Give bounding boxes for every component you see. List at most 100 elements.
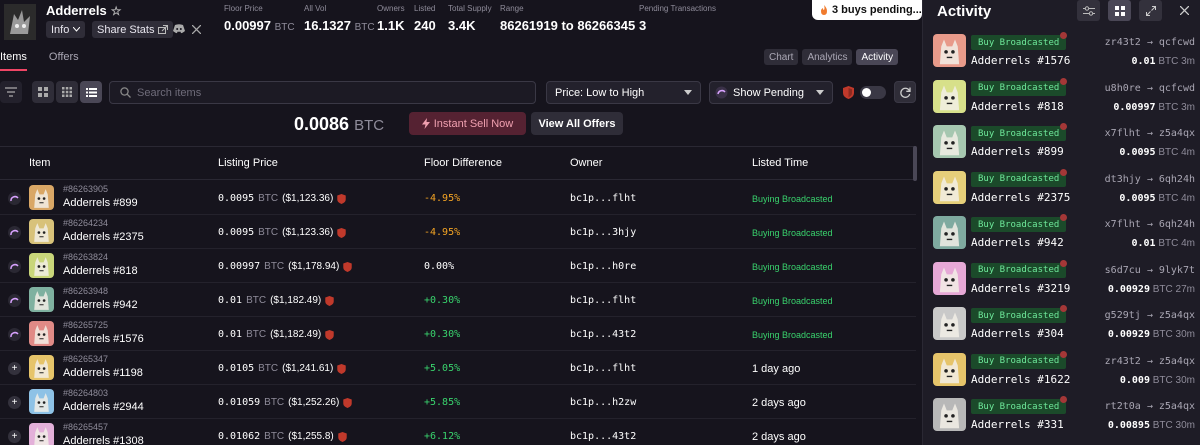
item-name[interactable]: Adderrels #899: [63, 197, 138, 209]
to-address[interactable]: qcfcwd: [1159, 37, 1195, 48]
add-to-cart-button[interactable]: +: [8, 362, 21, 375]
nft-thumbnail[interactable]: [29, 423, 54, 445]
owner-address[interactable]: bc1p...flht: [570, 193, 636, 204]
nft-thumbnail[interactable]: [29, 287, 54, 312]
item-name[interactable]: Adderrels #818: [63, 265, 138, 277]
activity-item[interactable]: Buy Broadcasted Adderrels #2375 dt3hjy → 6…: [923, 168, 1200, 213]
item-name[interactable]: Adderrels #1308: [63, 435, 144, 445]
nft-thumbnail[interactable]: [933, 34, 966, 67]
instant-sell-button[interactable]: Instant Sell Now: [409, 112, 526, 135]
activity-item[interactable]: Buy Broadcasted Adderrels #942 x7flht → 6q…: [923, 213, 1200, 258]
item-name[interactable]: Adderrels #1576: [63, 333, 144, 345]
table-row[interactable]: + #86264803 Adderrels #2944 0.01059 BTC ($1,2…: [0, 385, 916, 419]
discord-icon[interactable]: [173, 24, 185, 34]
to-address[interactable]: z5a4qx: [1159, 310, 1195, 321]
close-panel-button[interactable]: [1173, 0, 1196, 21]
item-name[interactable]: Adderrels #2375: [63, 231, 144, 243]
nft-thumbnail[interactable]: [933, 170, 966, 204]
to-address[interactable]: qcfcwd: [1159, 83, 1195, 94]
activity-item[interactable]: Buy Broadcasted Adderrels #3219 s6d7cu → 9…: [923, 259, 1200, 304]
tab-offers[interactable]: Offers: [49, 51, 79, 71]
star-icon[interactable]: ☆: [111, 4, 122, 18]
item-name[interactable]: Adderrels #942: [63, 299, 138, 311]
activity-item-name[interactable]: Adderrels #818: [971, 100, 1064, 113]
add-to-cart-button[interactable]: +: [8, 396, 21, 409]
from-address[interactable]: s6d7cu: [1105, 265, 1141, 276]
activity-item[interactable]: Buy Broadcasted Adderrels #1576 zr43t2 → q…: [923, 31, 1200, 76]
from-address[interactable]: dt3hjy: [1105, 174, 1141, 185]
to-address[interactable]: z5a4qx: [1159, 401, 1195, 412]
from-address[interactable]: rt2t0a: [1105, 401, 1141, 412]
activity-item-name[interactable]: Adderrels #304: [971, 327, 1064, 340]
activity-item-name[interactable]: Adderrels #331: [971, 418, 1064, 431]
owner-address[interactable]: bc1p...43t2: [570, 329, 636, 340]
refresh-button[interactable]: [894, 81, 916, 103]
nft-thumbnail[interactable]: [29, 355, 54, 380]
to-address[interactable]: 9lyk7t: [1159, 265, 1195, 276]
search-input[interactable]: [137, 86, 517, 99]
table-row[interactable]: #86263824 Adderrels #818 0.00997 BTC ($1,178…: [0, 249, 916, 283]
activity-view-button[interactable]: Activity: [856, 49, 899, 65]
table-row[interactable]: + #86265457 Adderrels #1308 0.01062 BTC ($1,2…: [0, 419, 916, 445]
activity-grid-button[interactable]: [1108, 0, 1131, 21]
column-header-owner[interactable]: Owner: [570, 157, 602, 169]
from-address[interactable]: zr43t2: [1105, 356, 1141, 367]
to-address[interactable]: 6qh24h: [1159, 219, 1195, 230]
table-row[interactable]: #86263905 Adderrels #899 0.0095 BTC ($1,123.…: [0, 181, 916, 215]
nft-thumbnail[interactable]: [933, 307, 966, 340]
owner-address[interactable]: bc1p...h2zw: [570, 397, 636, 408]
nft-thumbnail[interactable]: [933, 261, 966, 295]
table-row[interactable]: #86263948 Adderrels #942 0.01 BTC ($1,182.49…: [0, 283, 916, 317]
from-address[interactable]: zr43t2: [1105, 37, 1141, 48]
to-address[interactable]: z5a4qx: [1159, 128, 1195, 139]
table-row[interactable]: #86264234 Adderrels #2375 0.0095 BTC ($1,123…: [0, 215, 916, 249]
owner-address[interactable]: bc1p...flht: [570, 363, 636, 374]
activity-item-name[interactable]: Adderrels #942: [971, 236, 1064, 249]
column-header-floor-difference[interactable]: Floor Difference: [424, 157, 502, 169]
activity-item[interactable]: Buy Broadcasted Adderrels #304 g529tj → z5…: [923, 304, 1200, 349]
column-header-item[interactable]: Item: [29, 157, 50, 169]
grid-small-view-button[interactable]: [56, 81, 78, 103]
activity-item[interactable]: Buy Broadcasted Adderrels #818 u8h0re → qc…: [923, 77, 1200, 122]
nft-thumbnail[interactable]: [933, 216, 966, 249]
owner-address[interactable]: bc1p...flht: [570, 295, 636, 306]
item-name[interactable]: Adderrels #1198: [63, 367, 143, 379]
to-address[interactable]: 6qh24h: [1159, 174, 1195, 185]
info-dropdown[interactable]: Info: [46, 21, 86, 38]
activity-item-name[interactable]: Adderrels #899: [971, 145, 1064, 158]
chart-view-button[interactable]: Chart: [764, 49, 799, 65]
nft-thumbnail[interactable]: [933, 125, 966, 158]
from-address[interactable]: x7flht: [1105, 128, 1141, 139]
from-address[interactable]: u8h0re: [1105, 83, 1141, 94]
activity-item-name[interactable]: Adderrels #1622: [971, 373, 1070, 386]
activity-item[interactable]: Buy Broadcasted Adderrels #331 rt2t0a → z5…: [923, 395, 1200, 440]
share-stats-button[interactable]: Share Stats: [92, 21, 174, 38]
pending-filter-select[interactable]: Show Pending: [709, 81, 833, 104]
nft-thumbnail[interactable]: [29, 389, 54, 414]
activity-item-name[interactable]: Adderrels #3219: [971, 282, 1070, 295]
filter-toggle-button[interactable]: [0, 81, 22, 103]
nft-thumbnail[interactable]: [29, 185, 54, 210]
activity-item[interactable]: Buy Broadcasted Adderrels #1622 zr43t2 → z…: [923, 350, 1200, 395]
nft-thumbnail[interactable]: [933, 398, 966, 431]
grid-large-view-button[interactable]: [32, 81, 54, 103]
nft-thumbnail[interactable]: [933, 79, 966, 113]
nft-thumbnail[interactable]: [29, 321, 54, 346]
owner-address[interactable]: bc1p...h0re: [570, 261, 636, 272]
view-all-offers-button[interactable]: View All Offers: [531, 112, 623, 135]
owner-address[interactable]: bc1p...43t2: [570, 431, 636, 442]
add-to-cart-button[interactable]: +: [8, 430, 21, 443]
nft-thumbnail[interactable]: [933, 352, 966, 386]
activity-item-name[interactable]: Adderrels #1576: [971, 54, 1070, 67]
activity-settings-button[interactable]: [1077, 0, 1100, 21]
table-row[interactable]: + #86265347 Adderrels #1198 0.0105 BTC ($1,24…: [0, 351, 916, 385]
activity-item-name[interactable]: Adderrels #2375: [971, 191, 1070, 204]
expand-button[interactable]: [1139, 0, 1162, 21]
table-scrollbar[interactable]: [913, 146, 917, 181]
sort-select[interactable]: Price: Low to High: [546, 81, 701, 104]
item-name[interactable]: Adderrels #2944: [63, 401, 144, 413]
nft-thumbnail[interactable]: [29, 219, 54, 244]
list-view-button[interactable]: [80, 81, 102, 103]
activity-item[interactable]: Buy Broadcasted Adderrels #899 x7flht → z5…: [923, 122, 1200, 167]
x-twitter-icon[interactable]: [192, 25, 201, 34]
